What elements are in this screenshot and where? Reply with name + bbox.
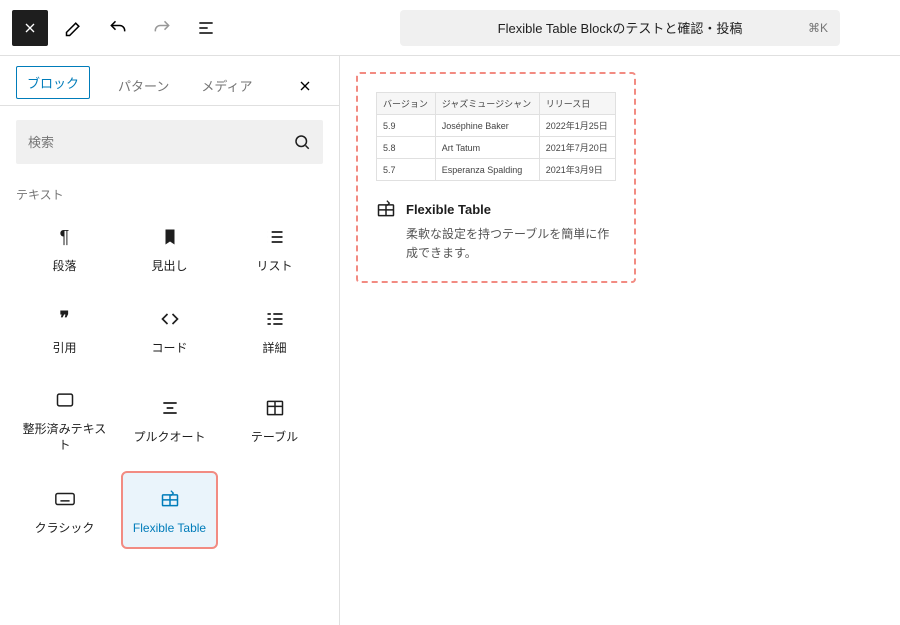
block-label: 引用	[52, 341, 76, 357]
pullquote-icon	[160, 396, 180, 420]
preview-description: 柔軟な設定を持つテーブルを簡単に作成できます。	[406, 225, 616, 263]
block-quote[interactable]: ❞ 引用	[16, 293, 113, 367]
flexible-table-icon	[376, 199, 396, 219]
paragraph-icon: ¶	[60, 225, 70, 249]
preview-title: Flexible Table	[406, 202, 491, 217]
table-row: 5.9 Joséphine Baker 2022年1月25日	[377, 115, 616, 137]
redo-icon	[152, 18, 172, 38]
block-preformatted[interactable]: 整形済みテキスト	[16, 374, 113, 463]
table-icon	[265, 396, 285, 420]
block-list[interactable]: リスト	[226, 211, 323, 285]
quote-icon: ❞	[60, 307, 70, 331]
block-label: クラシック	[35, 521, 95, 537]
block-flexible-table[interactable]: Flexible Table	[121, 471, 218, 549]
keyboard-icon	[54, 487, 76, 511]
block-inserter-panel: ブロック パターン メディア テキスト ¶ 段落 見出し	[0, 56, 340, 625]
document-title-bar[interactable]: Flexible Table Blockのテストと確認・投稿 ⌘K	[400, 10, 840, 46]
document-title: Flexible Table Blockのテストと確認・投稿	[498, 18, 743, 37]
block-label: プルクオート	[133, 430, 205, 446]
search-input-wrapper[interactable]	[16, 120, 323, 164]
block-label: リスト	[256, 259, 292, 275]
list-icon	[265, 225, 285, 249]
table-header: バージョン	[377, 93, 436, 115]
flexible-table-icon	[160, 487, 180, 511]
preview-table: バージョン ジャズミュージシャン リリース日 5.9 Joséphine Bak…	[376, 92, 616, 181]
close-icon	[22, 20, 38, 36]
block-paragraph[interactable]: ¶ 段落	[16, 211, 113, 285]
list-icon	[196, 18, 216, 38]
block-label: 詳細	[262, 341, 286, 357]
tab-media[interactable]: メディア	[197, 66, 256, 105]
code-icon	[160, 307, 180, 331]
close-panel-button[interactable]	[287, 68, 323, 104]
bookmark-icon	[161, 225, 179, 249]
block-classic[interactable]: クラシック	[16, 471, 113, 549]
block-label: 見出し	[151, 259, 187, 275]
block-details[interactable]: 詳細	[226, 293, 323, 367]
edit-mode-button[interactable]	[56, 10, 92, 46]
editor-canvas[interactable]: バージョン ジャズミュージシャン リリース日 5.9 Joséphine Bak…	[340, 56, 900, 625]
kbd-hint: ⌘K	[808, 21, 828, 35]
block-label: コード	[151, 341, 187, 357]
details-icon	[265, 307, 285, 331]
tab-patterns[interactable]: パターン	[114, 66, 173, 105]
redo-button[interactable]	[144, 10, 180, 46]
table-header: リリース日	[539, 93, 615, 115]
search-icon	[293, 133, 311, 151]
table-row: 5.7 Esperanza Spalding 2021年3月9日	[377, 159, 616, 181]
search-input[interactable]	[28, 135, 293, 150]
block-code[interactable]: コード	[121, 293, 218, 367]
tab-blocks[interactable]: ブロック	[16, 66, 90, 99]
block-heading[interactable]: 見出し	[121, 211, 218, 285]
undo-button[interactable]	[100, 10, 136, 46]
block-table[interactable]: テーブル	[226, 374, 323, 463]
block-pullquote[interactable]: プルクオート	[121, 374, 218, 463]
table-header: ジャズミュージシャン	[435, 93, 539, 115]
preformatted-icon	[55, 388, 75, 412]
undo-icon	[108, 18, 128, 38]
block-preview-card: バージョン ジャズミュージシャン リリース日 5.9 Joséphine Bak…	[356, 72, 636, 283]
block-label: 段落	[52, 259, 76, 275]
block-label: テーブル	[251, 430, 298, 446]
pencil-icon	[64, 18, 84, 38]
block-label: 整形済みテキスト	[22, 422, 107, 453]
close-icon	[297, 78, 313, 94]
document-overview-button[interactable]	[188, 10, 224, 46]
block-label: Flexible Table	[133, 521, 206, 537]
close-inserter-button[interactable]	[12, 10, 48, 46]
table-row: 5.8 Art Tatum 2021年7月20日	[377, 137, 616, 159]
category-heading: テキスト	[0, 178, 339, 207]
